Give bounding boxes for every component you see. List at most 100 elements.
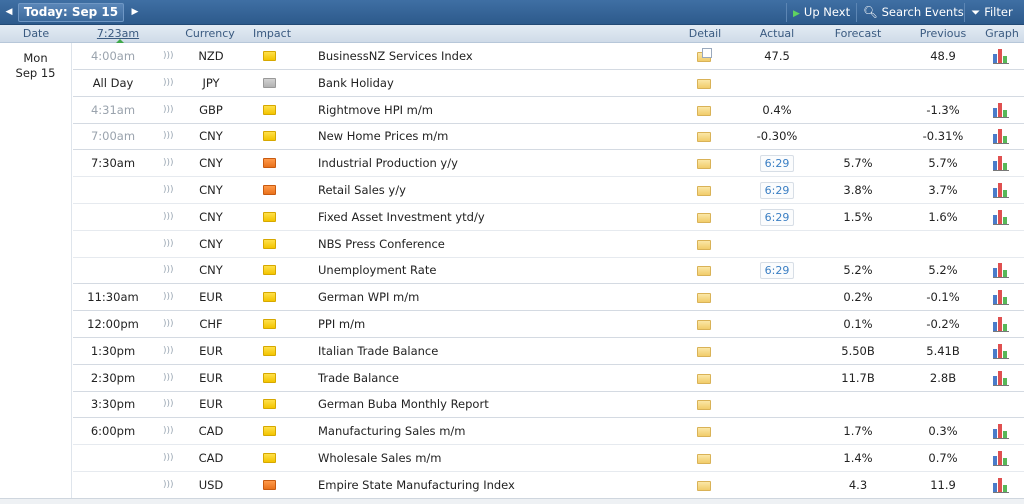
folder-icon[interactable] [697, 454, 711, 464]
bar-chart-icon[interactable] [993, 317, 1009, 332]
detail-cell[interactable] [695, 445, 715, 471]
folder-icon[interactable] [697, 293, 711, 304]
table-row[interactable]: 4:31am))) GBP Rightmove HPI m/m 0.4% -1.3% [73, 97, 1024, 124]
folder-icon[interactable] [697, 105, 711, 116]
table-row[interactable]: ))) CNY Fixed Asset Investment ytd/y 6:29 1.… [73, 204, 1024, 231]
event-title[interactable]: Bank Holiday [318, 70, 678, 96]
search-events-button[interactable]: 🔍︎ Search Events [856, 3, 970, 22]
folder-icon[interactable] [697, 427, 711, 438]
table-row[interactable]: ))) USD Empire State Manufacturing Index 4.… [73, 472, 1024, 499]
detail-cell[interactable] [695, 338, 715, 364]
sound-alert-icon[interactable]: ))) [163, 43, 174, 69]
table-row[interactable]: 1:30pm))) EUR Italian Trade Balance 5.50B 5.… [73, 338, 1024, 365]
sound-alert-icon[interactable]: ))) [163, 150, 174, 176]
table-row[interactable]: 4:00am))) NZD BusinessNZ Services Index 47.… [73, 43, 1024, 70]
detail-cell[interactable] [695, 204, 715, 230]
detail-cell[interactable] [695, 43, 715, 69]
graph-cell[interactable] [990, 445, 1012, 471]
event-title[interactable]: BusinessNZ Services Index [318, 43, 678, 69]
bar-chart-icon[interactable] [993, 343, 1009, 359]
detail-cell[interactable] [695, 231, 715, 257]
table-row[interactable]: 2:30pm))) EUR Trade Balance 11.7B 2.8B [73, 365, 1024, 392]
detail-cell[interactable] [695, 418, 715, 444]
detail-cell[interactable] [695, 97, 715, 123]
folder-doc-icon[interactable] [697, 48, 712, 62]
folder-icon[interactable] [697, 346, 711, 357]
graph-cell[interactable] [990, 472, 1012, 498]
bar-chart-icon[interactable] [993, 263, 1009, 279]
bar-chart-icon[interactable] [993, 49, 1009, 64]
folder-icon[interactable] [697, 400, 711, 411]
detail-cell[interactable] [695, 391, 715, 417]
graph-cell[interactable] [990, 311, 1012, 337]
table-row[interactable]: 7:30am))) CNY Industrial Production y/y 6:2… [73, 150, 1024, 178]
detail-cell[interactable] [695, 472, 715, 498]
folder-icon[interactable] [697, 186, 711, 196]
graph-cell[interactable] [990, 284, 1012, 310]
horizontal-scrollbar[interactable] [0, 498, 1024, 504]
event-title[interactable]: German Buba Monthly Report [318, 391, 678, 417]
table-row[interactable]: ))) CNY Unemployment Rate 6:29 5.2% 5.2% [73, 257, 1024, 285]
sound-alert-icon[interactable]: ))) [163, 284, 174, 310]
bar-chart-icon[interactable] [993, 129, 1009, 145]
folder-icon[interactable] [697, 78, 711, 89]
sound-alert-icon[interactable]: ))) [163, 97, 174, 123]
bar-chart-icon[interactable] [993, 183, 1009, 198]
graph-cell[interactable] [990, 418, 1012, 444]
sound-alert-icon[interactable]: ))) [163, 311, 174, 337]
bar-chart-icon[interactable] [993, 102, 1009, 118]
folder-icon[interactable] [697, 159, 711, 170]
sound-alert-icon[interactable]: ))) [163, 338, 174, 364]
detail-cell[interactable] [695, 150, 715, 176]
sound-alert-icon[interactable]: ))) [163, 123, 174, 149]
graph-cell[interactable] [990, 150, 1012, 176]
event-title[interactable]: Unemployment Rate [318, 257, 678, 283]
bar-chart-icon[interactable] [993, 424, 1009, 440]
sound-alert-icon[interactable]: ))) [163, 472, 174, 498]
event-title[interactable]: Industrial Production y/y [318, 150, 678, 176]
folder-icon[interactable] [697, 320, 711, 330]
event-title[interactable]: Retail Sales y/y [318, 177, 678, 203]
folder-icon[interactable] [697, 480, 711, 491]
graph-cell[interactable] [990, 338, 1012, 364]
detail-cell[interactable] [695, 257, 715, 283]
sound-alert-icon[interactable]: ))) [163, 231, 174, 257]
table-row[interactable]: ))) CNY Retail Sales y/y 6:29 3.8% 3.7% [73, 177, 1024, 204]
bar-chart-icon[interactable] [993, 370, 1009, 386]
folder-icon[interactable] [697, 132, 711, 143]
detail-cell[interactable] [695, 284, 715, 310]
bar-chart-icon[interactable] [993, 290, 1009, 306]
bar-chart-icon[interactable] [993, 209, 1009, 225]
event-title[interactable]: Trade Balance [318, 365, 678, 391]
sound-alert-icon[interactable]: ))) [163, 418, 174, 444]
sound-alert-icon[interactable]: ))) [163, 365, 174, 391]
event-title[interactable]: New Home Prices m/m [318, 123, 678, 149]
table-row[interactable]: 12:00pm))) CHF PPI m/m 0.1% -0.2% [73, 311, 1024, 338]
folder-icon[interactable] [697, 239, 711, 250]
sound-alert-icon[interactable]: ))) [163, 257, 174, 283]
event-title[interactable]: Rightmove HPI m/m [318, 97, 678, 123]
folder-icon[interactable] [697, 266, 711, 277]
sound-alert-icon[interactable]: ))) [163, 445, 174, 471]
detail-cell[interactable] [695, 311, 715, 337]
graph-cell[interactable] [990, 177, 1012, 203]
bar-chart-icon[interactable] [993, 451, 1009, 466]
table-row[interactable]: 3:30pm))) EUR German Buba Monthly Report [73, 391, 1024, 419]
event-title[interactable]: Wholesale Sales m/m [318, 445, 678, 471]
event-title[interactable]: NBS Press Conference [318, 231, 678, 257]
table-row[interactable]: ))) CNY NBS Press Conference [73, 231, 1024, 258]
folder-icon[interactable] [697, 212, 711, 223]
detail-cell[interactable] [695, 365, 715, 391]
sound-alert-icon[interactable]: ))) [163, 177, 174, 203]
table-row[interactable]: ))) CAD Wholesale Sales m/m 1.4% 0.7% [73, 445, 1024, 472]
sound-alert-icon[interactable]: ))) [163, 204, 174, 230]
bar-chart-icon[interactable] [993, 156, 1009, 172]
detail-cell[interactable] [695, 70, 715, 96]
table-row[interactable]: All Day))) JPY Bank Holiday [73, 70, 1024, 97]
prev-day-button[interactable]: ◀ [0, 3, 18, 22]
next-day-button[interactable]: ▶ [126, 3, 144, 22]
today-date-button[interactable]: Today: Sep 15 [18, 3, 124, 22]
graph-cell[interactable] [990, 257, 1012, 283]
filter-button[interactable]: ⏷ Filter [964, 3, 1019, 22]
graph-cell[interactable] [990, 204, 1012, 230]
